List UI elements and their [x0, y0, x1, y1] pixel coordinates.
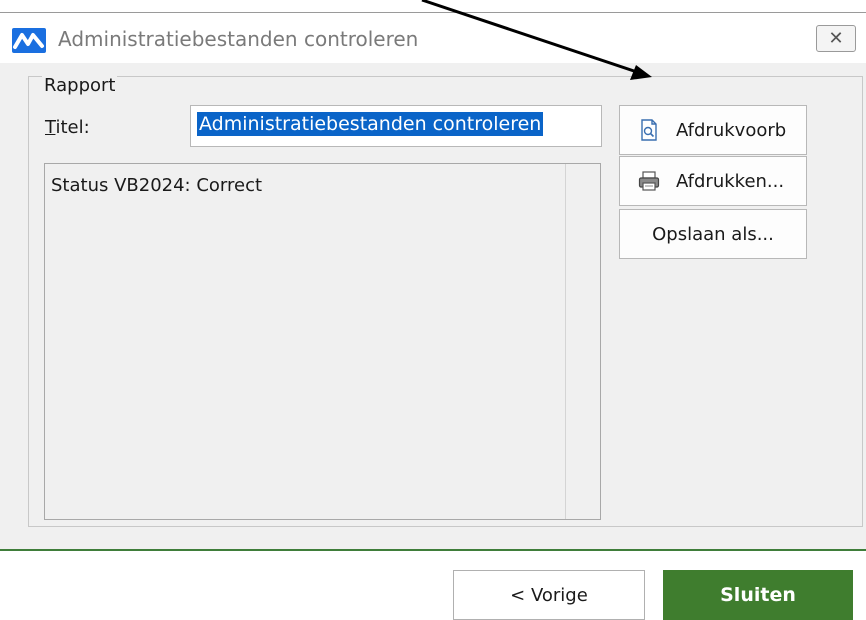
close-dialog-label: Sluiten — [720, 584, 796, 606]
back-label: < Vorige — [510, 584, 588, 606]
report-scrollbar[interactable] — [565, 164, 600, 519]
save-as-label: Opslaan als... — [652, 223, 774, 245]
report-text-area[interactable]: Status VB2024: Correct — [44, 163, 601, 520]
window-title: Administratiebestanden controleren — [58, 27, 419, 51]
print-button[interactable]: Afdrukken... — [619, 156, 807, 206]
print-preview-icon — [641, 119, 657, 141]
save-as-button[interactable]: Opslaan als... — [619, 209, 807, 259]
titel-label-text: itel: — [55, 117, 90, 138]
titel-input-value: Administratiebestanden controleren — [197, 112, 544, 136]
close-button[interactable]: ✕ — [816, 25, 856, 52]
printer-icon — [638, 171, 660, 191]
report-line: Status VB2024: Correct — [51, 175, 263, 196]
titel-label-accelerator: T — [45, 117, 56, 138]
titel-label: Titel: — [45, 117, 90, 138]
close-icon: ✕ — [828, 28, 844, 49]
report-group-label: Rapport — [42, 75, 118, 96]
av-logo-icon — [12, 28, 46, 53]
titel-input[interactable]: Administratiebestanden controleren — [190, 105, 602, 147]
print-preview-label: Afdrukvoorb — [676, 119, 787, 141]
print-label: Afdrukken... — [676, 170, 785, 192]
print-preview-button[interactable]: Afdrukvoorb — [619, 105, 807, 155]
title-bar: Administratiebestanden controleren ✕ — [0, 13, 866, 63]
